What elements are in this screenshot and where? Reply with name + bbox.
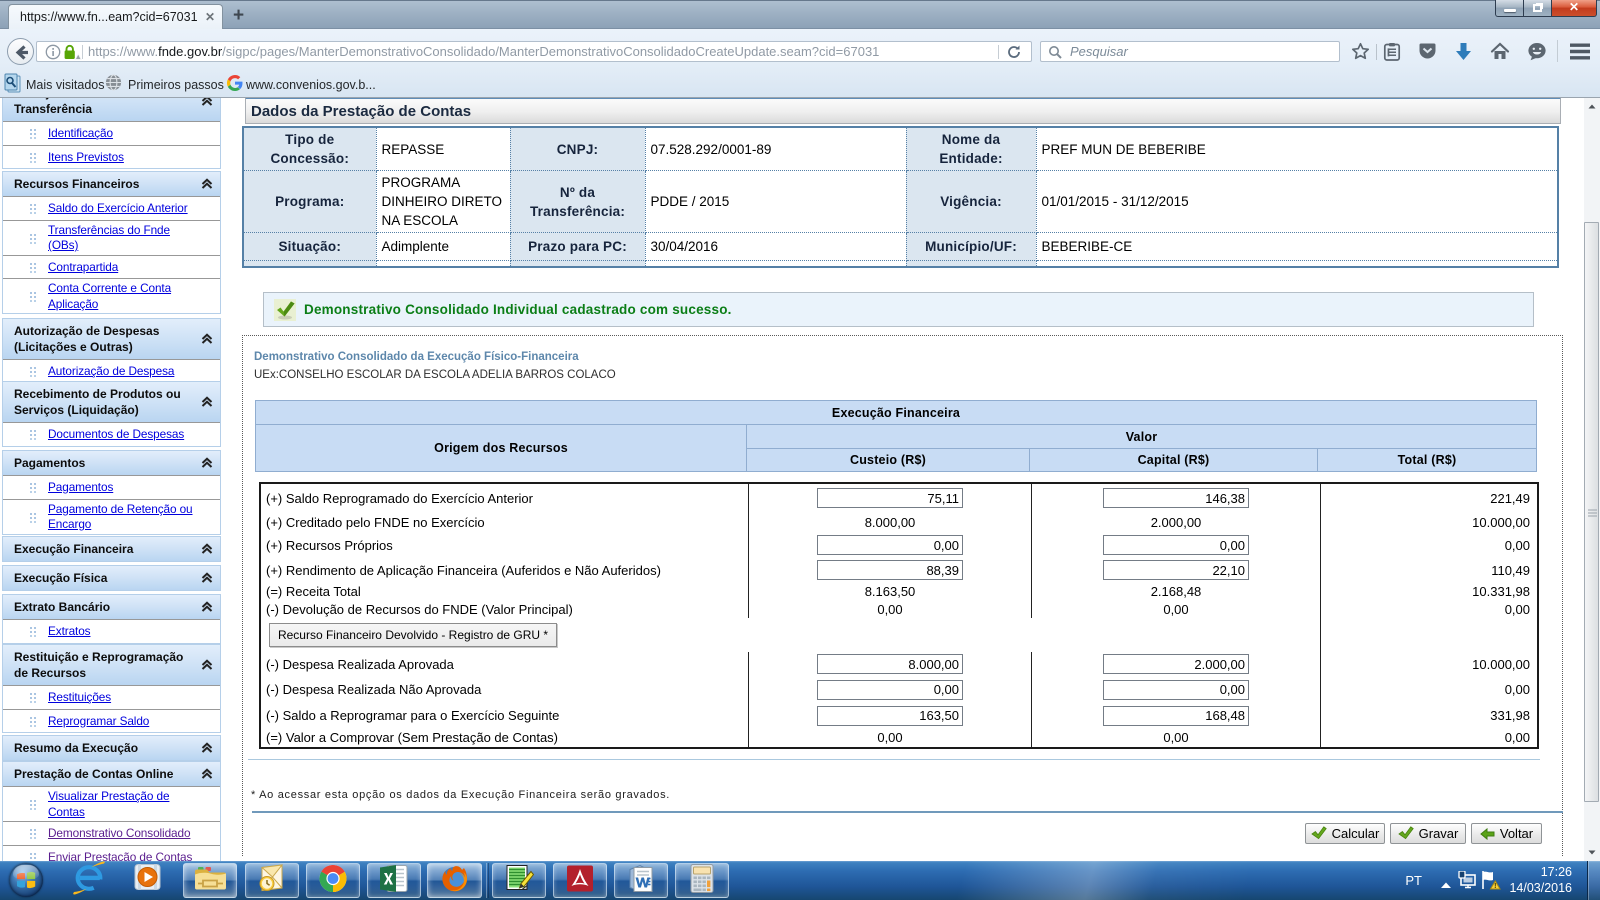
- svg-text:!: !: [1494, 883, 1496, 890]
